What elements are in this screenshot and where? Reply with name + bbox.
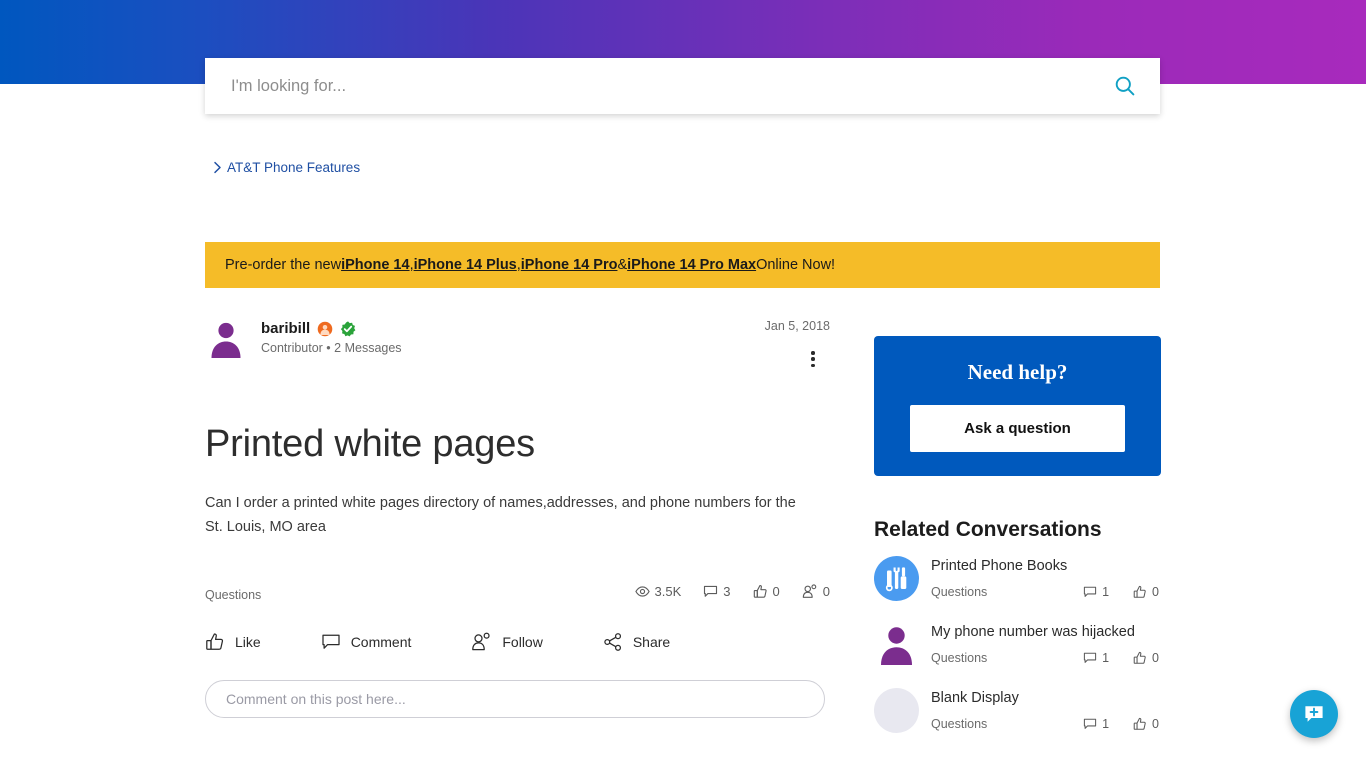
promo-link-iphone-14-pro-max[interactable]: iPhone 14 Pro Max	[627, 257, 756, 273]
share-button-label: Share	[632, 633, 671, 650]
stat-comments-value: 3	[723, 583, 731, 599]
search-input[interactable]	[229, 58, 1108, 114]
breadcrumb-label: AT&T Phone Features	[227, 160, 361, 175]
tools-icon	[874, 556, 919, 601]
need-help-title: Need help?	[967, 360, 1068, 384]
share-button[interactable]: Share	[603, 632, 670, 652]
comment-icon	[704, 585, 718, 597]
stat-views-value: 3.5K	[654, 583, 682, 599]
promo-link-iphone-14-pro[interactable]: iPhone 14 Pro	[521, 257, 618, 273]
stat-likes-value: 0	[772, 583, 780, 599]
post-date: Jan 5, 2018	[764, 319, 830, 333]
search-icon[interactable]	[1108, 69, 1142, 103]
comment-input[interactable]	[224, 689, 806, 708]
list-item-title: Printed Phone Books	[931, 558, 1068, 574]
blank-avatar-icon	[874, 688, 919, 733]
list-item-comments: 1	[1083, 651, 1109, 665]
stat-views: 3.5K	[634, 583, 682, 599]
list-item-likes-value: 0	[1152, 651, 1159, 666]
list-item-likes: 0	[1133, 651, 1159, 665]
list-item-body: My phone number was hijacked Questions 1	[931, 622, 1161, 665]
list-item-comments: 1	[1083, 717, 1109, 731]
list-item-likes-value: 0	[1152, 717, 1159, 732]
post-body: Can I order a printed white pages direct…	[205, 494, 796, 535]
thumbs-up-icon	[1133, 586, 1146, 599]
chevron-right-icon	[213, 161, 222, 174]
promo-banner: Pre-order the new iPhone 14, iPhone 14 P…	[205, 242, 1160, 288]
list-item-comments-value: 1	[1102, 717, 1110, 732]
person-icon	[881, 627, 912, 665]
list-item-body: Blank Display Questions 1 0	[931, 688, 1161, 731]
thumbs-up-icon	[206, 633, 224, 650]
post-action-bar: Like Comment Follow Share	[205, 632, 830, 652]
breadcrumb[interactable]: AT&T Phone Features	[213, 160, 360, 175]
comment-button[interactable]: Comment	[321, 632, 412, 652]
list-item-stats: 1 0	[1083, 585, 1159, 599]
eye-icon	[634, 585, 650, 597]
list-item-likes: 0	[1133, 585, 1159, 599]
follow-button-label: Follow	[502, 633, 543, 650]
followers-icon	[472, 632, 491, 650]
search-bar	[205, 58, 1160, 114]
comment-icon	[1083, 653, 1097, 664]
post-author-row: baribill Contributor • 2 Messages Jan 5,…	[205, 318, 830, 368]
like-button-label: Like	[235, 633, 261, 650]
related-conversations-title: Related Conversations	[874, 518, 1102, 541]
avatar	[211, 322, 241, 358]
stat-likes: 0	[753, 584, 780, 599]
list-item[interactable]: Blank Display Questions 1 0	[874, 688, 1161, 733]
comment-button-label: Comment	[350, 633, 412, 650]
author-name[interactable]: baribill	[261, 320, 310, 337]
comment-box[interactable]	[205, 679, 825, 718]
post-stats-row: Questions 3.5K 3 0 0	[205, 584, 830, 606]
promo-prefix: Pre-order the new	[225, 257, 342, 273]
list-item-comments: 1	[1083, 585, 1109, 599]
author-name-line: baribill	[261, 320, 402, 337]
list-item-likes: 0	[1133, 717, 1159, 731]
page-content: AT&T Phone Features Pre-order the new iP…	[0, 84, 1366, 768]
related-conversations-list: Printed Phone Books Questions 1 0 My pho…	[874, 556, 1161, 733]
promo-link-iphone-14-plus[interactable]: iPhone 14 Plus	[414, 257, 517, 273]
rank-badge-orange	[317, 321, 333, 336]
comment-icon	[1083, 587, 1097, 598]
share-icon	[604, 632, 621, 651]
new-post-fab[interactable]	[1290, 690, 1338, 738]
post-topic-label[interactable]: Questions	[205, 588, 261, 602]
list-item-body: Printed Phone Books Questions 1 0	[931, 556, 1161, 599]
stat-comments: 3	[703, 583, 731, 599]
list-item-likes-value: 0	[1152, 585, 1159, 600]
ask-a-question-button[interactable]: Ask a question	[910, 405, 1125, 452]
follow-button[interactable]: Follow	[471, 632, 543, 652]
comment-icon	[322, 634, 340, 649]
list-item-comments-value: 1	[1102, 651, 1110, 666]
thumbs-up-icon	[753, 584, 767, 598]
list-item[interactable]: My phone number was hijacked Questions 1	[874, 622, 1161, 667]
thumbs-up-icon	[1133, 652, 1146, 665]
list-item-stats: 1 0	[1083, 717, 1159, 731]
author-subtitle: Contributor • 2 Messages	[261, 341, 402, 355]
promo-link-iphone-14[interactable]: iPhone 14	[341, 257, 410, 273]
post-column: baribill Contributor • 2 Messages Jan 5,…	[205, 318, 830, 718]
need-help-card: Need help? Ask a question	[874, 336, 1161, 476]
verified-badge-green	[341, 320, 356, 336]
author-meta: baribill Contributor • 2 Messages	[261, 318, 402, 355]
new-post-icon	[1305, 706, 1323, 722]
post-stats: 3.5K 3 0 0	[634, 583, 830, 599]
page-title: Printed white pages	[205, 423, 535, 465]
sidebar: Need help? Ask a question Related Conver…	[874, 336, 1161, 754]
stat-followers-value: 0	[822, 583, 830, 599]
promo-suffix: Online Now!	[756, 257, 836, 273]
kebab-menu-icon[interactable]	[804, 348, 822, 370]
stat-followers: 0	[802, 584, 830, 599]
like-button[interactable]: Like	[205, 632, 261, 652]
list-item-title: My phone number was hijacked	[931, 624, 1135, 640]
followers-icon	[802, 584, 817, 598]
comment-icon	[1083, 719, 1097, 730]
list-item-comments-value: 1	[1102, 585, 1110, 600]
list-item-stats: 1 0	[1083, 651, 1159, 665]
thumbs-up-icon	[1133, 718, 1146, 731]
list-item-title: Blank Display	[931, 690, 1019, 706]
list-item[interactable]: Printed Phone Books Questions 1 0	[874, 556, 1161, 601]
promo-sep-3: &	[617, 257, 628, 273]
